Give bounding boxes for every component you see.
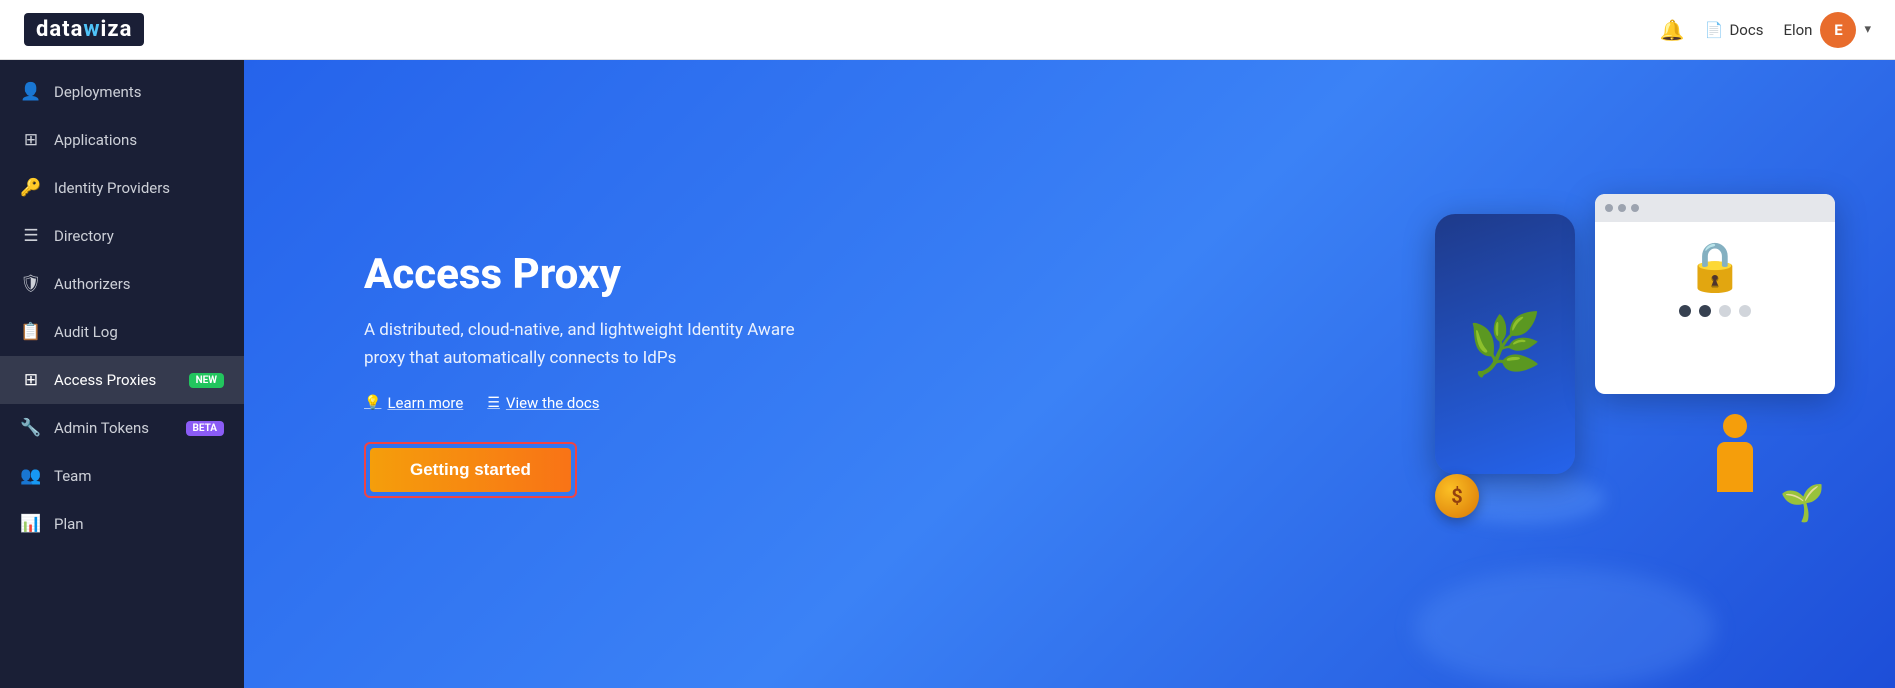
- user-menu[interactable]: Elon E ▾: [1783, 12, 1871, 48]
- main-content: Access Proxy A distributed, cloud-native…: [244, 60, 1895, 688]
- phone-device: 🌿: [1435, 214, 1575, 474]
- sidebar-item-access-proxies[interactable]: ⊞ Access Proxies New: [0, 356, 244, 404]
- coin-icon: $: [1435, 474, 1479, 518]
- content-links: 💡 Learn more ☰ View the docs: [364, 394, 804, 412]
- authorizers-icon: 🛡: [20, 274, 42, 294]
- sidebar-label-applications: Applications: [54, 131, 224, 149]
- browser-dot-2: [1618, 204, 1626, 212]
- main-layout: 👤 Deployments ⊞ Applications 🔑 Identity …: [0, 60, 1895, 688]
- view-docs-label: View the docs: [506, 394, 600, 412]
- view-docs-icon: ☰: [487, 395, 500, 411]
- sidebar-item-admin-tokens[interactable]: 🔧 Admin Tokens Beta: [0, 404, 244, 452]
- chevron-down-icon: ▾: [1864, 22, 1871, 37]
- sidebar-label-directory: Directory: [54, 227, 224, 245]
- browser-dot-3: [1631, 204, 1639, 212]
- sidebar-label-team: Team: [54, 467, 224, 485]
- deployments-icon: 👤: [20, 82, 42, 102]
- learn-more-link[interactable]: 💡 Learn more: [364, 394, 463, 412]
- sidebar-label-admin-tokens: Admin Tokens: [54, 419, 174, 437]
- learn-more-label: Learn more: [387, 394, 463, 412]
- beta-badge: Beta: [186, 421, 225, 436]
- getting-started-button[interactable]: Getting started: [370, 448, 571, 492]
- sidebar-label-access-proxies: Access Proxies: [54, 371, 177, 389]
- view-docs-link[interactable]: ☰ View the docs: [487, 394, 599, 412]
- docs-icon: 📄: [1705, 21, 1724, 39]
- user-name: Elon: [1783, 21, 1812, 39]
- plan-icon: 📊: [20, 514, 42, 534]
- sidebar-label-identity-providers: Identity Providers: [54, 179, 224, 197]
- logo: datawiza: [24, 13, 144, 46]
- applications-icon: ⊞: [20, 130, 42, 150]
- dot-3: [1719, 305, 1731, 317]
- bg-decoration: [1415, 568, 1715, 688]
- sidebar-item-authorizers[interactable]: 🛡 Authorizers: [0, 260, 244, 308]
- header-right: 🔔 📄 Docs Elon E ▾: [1660, 12, 1871, 48]
- header: datawiza 🔔 📄 Docs Elon E ▾: [0, 0, 1895, 60]
- audit-log-icon: 📋: [20, 322, 42, 342]
- sidebar-label-deployments: Deployments: [54, 83, 224, 101]
- notification-bell-icon[interactable]: 🔔: [1660, 18, 1685, 42]
- new-badge: New: [189, 373, 224, 388]
- plant-icon: 🌱: [1780, 482, 1825, 524]
- dot-1: [1679, 305, 1691, 317]
- sidebar-label-plan: Plan: [54, 515, 224, 533]
- learn-more-icon: 💡: [364, 395, 381, 411]
- team-icon: 👥: [20, 466, 42, 486]
- person-body: [1717, 442, 1753, 492]
- dot-4: [1739, 305, 1751, 317]
- directory-icon: ☰: [20, 226, 42, 246]
- lock-icon: 🔒: [1685, 238, 1745, 295]
- hero-section: Access Proxy A distributed, cloud-native…: [244, 250, 804, 497]
- getting-started-wrapper: Getting started: [364, 442, 577, 498]
- sidebar: 👤 Deployments ⊞ Applications 🔑 Identity …: [0, 60, 244, 688]
- sidebar-item-plan[interactable]: 📊 Plan: [0, 500, 244, 548]
- password-dots: [1679, 305, 1751, 317]
- admin-tokens-icon: 🔧: [20, 418, 42, 438]
- page-title: Access Proxy: [364, 250, 804, 299]
- docs-link[interactable]: 📄 Docs: [1705, 21, 1764, 39]
- page-description: A distributed, cloud-native, and lightwe…: [364, 317, 804, 371]
- person-illustration: [1695, 414, 1775, 514]
- phone-container: 🌿 🔒: [1415, 184, 1835, 564]
- avatar: E: [1820, 12, 1856, 48]
- sidebar-label-authorizers: Authorizers: [54, 275, 224, 293]
- browser-bar: [1595, 194, 1835, 222]
- identity-providers-icon: 🔑: [20, 178, 42, 198]
- access-proxies-icon: ⊞: [20, 370, 42, 390]
- dot-2: [1699, 305, 1711, 317]
- browser-dot-1: [1605, 204, 1613, 212]
- sidebar-label-audit-log: Audit Log: [54, 323, 224, 341]
- docs-label: Docs: [1729, 21, 1763, 39]
- sidebar-item-deployments[interactable]: 👤 Deployments: [0, 68, 244, 116]
- sidebar-item-applications[interactable]: ⊞ Applications: [0, 116, 244, 164]
- browser-window: 🔒: [1595, 194, 1835, 394]
- sidebar-item-directory[interactable]: ☰ Directory: [0, 212, 244, 260]
- hero-illustration: 🌿 🔒: [1415, 164, 1835, 584]
- person-head: [1723, 414, 1747, 438]
- sidebar-item-identity-providers[interactable]: 🔑 Identity Providers: [0, 164, 244, 212]
- browser-content: 🔒: [1595, 222, 1835, 333]
- sidebar-item-team[interactable]: 👥 Team: [0, 452, 244, 500]
- leaf-icon: 🌿: [1468, 309, 1543, 380]
- sidebar-item-audit-log[interactable]: 📋 Audit Log: [0, 308, 244, 356]
